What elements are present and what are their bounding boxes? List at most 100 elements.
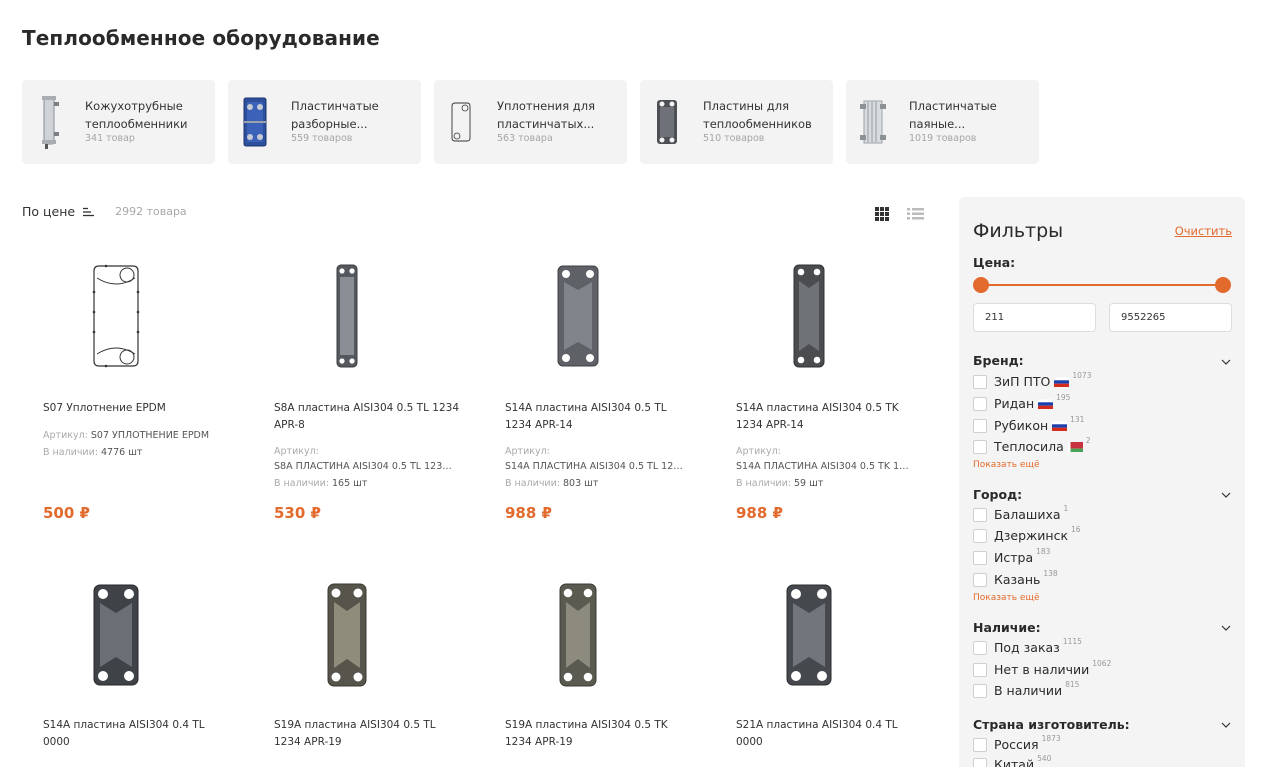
city-option[interactable]: Балашиха 1 bbox=[973, 504, 1068, 522]
article-value: S8A ПЛАСТИНА AISI304 0.5 TL 1234 APR-8 bbox=[274, 461, 452, 472]
product-title[interactable]: S07 Уплотнение EPDM bbox=[43, 400, 233, 417]
product-title[interactable]: S8A пластина AISI304 0.5 TL 1234 APR-8 bbox=[274, 400, 464, 434]
brand-show-more-link[interactable]: Показать ещё bbox=[973, 460, 1040, 470]
stock-label: В наличии: bbox=[274, 478, 329, 489]
option-count: 183 bbox=[1036, 547, 1051, 556]
option-label: Дзержинск bbox=[994, 528, 1069, 543]
product-image[interactable] bbox=[736, 582, 881, 688]
country-option[interactable]: Китай 540 bbox=[973, 754, 1052, 767]
checkbox[interactable] bbox=[973, 572, 987, 587]
checkbox[interactable] bbox=[973, 528, 987, 543]
option-count: 1115 bbox=[1062, 637, 1082, 646]
product-stock: В наличии: 4776 шт bbox=[43, 447, 142, 458]
sort-order-icon[interactable] bbox=[83, 207, 95, 217]
city-show-more-link[interactable]: Показать ещё bbox=[973, 593, 1040, 603]
price-min-input[interactable]: 211 bbox=[973, 303, 1096, 332]
product-title[interactable]: S14A пластина AISI304 0.4 TL 0000 bbox=[43, 717, 233, 751]
clear-filters-link[interactable]: Очистить bbox=[1175, 224, 1232, 238]
brand-option[interactable]: Ридан 195 bbox=[973, 393, 1070, 411]
category-name: Уплотнения для пластинчатых... bbox=[497, 99, 595, 131]
article-value: S14A ПЛАСТИНА AISI304 0.5 TK 1234 APR-14 bbox=[736, 461, 914, 472]
russia-flag-icon bbox=[1054, 376, 1070, 387]
grid-view-icon[interactable] bbox=[874, 206, 890, 222]
option-label: Нет в наличии bbox=[994, 662, 1090, 677]
option-count: 540 bbox=[1037, 754, 1052, 763]
article-label: Артикул: bbox=[736, 446, 781, 457]
plate-exchanger-icon bbox=[240, 94, 270, 150]
product-image[interactable] bbox=[505, 582, 650, 688]
availability-option[interactable]: В наличии 815 bbox=[973, 680, 1079, 698]
product-title[interactable]: S14A пластина AISI304 0.5 TL 1234 APR-14 bbox=[505, 400, 695, 434]
checkbox[interactable] bbox=[973, 507, 987, 522]
availability-option[interactable]: Под заказ 1115 bbox=[973, 637, 1082, 655]
article-label: Артикул: bbox=[274, 446, 319, 457]
price-slider-track[interactable] bbox=[981, 284, 1223, 286]
checkbox[interactable] bbox=[973, 550, 987, 565]
list-view-icon[interactable] bbox=[907, 207, 924, 221]
city-option[interactable]: Дзержинск 16 bbox=[973, 525, 1081, 543]
category-name: Пластинчатые паяные... bbox=[909, 99, 997, 131]
product-title[interactable]: S19A пластина AISI304 0.5 TK 1234 APR-19 bbox=[505, 717, 695, 751]
product-article: Артикул: S07 УПЛОТНЕНИЕ EPDM bbox=[43, 430, 209, 441]
product-price: 500 ₽ bbox=[43, 504, 90, 522]
option-count: 1062 bbox=[1092, 659, 1112, 668]
category-card-shell-tube[interactable]: Кожухотрубные теплообменники 341 товар bbox=[22, 80, 215, 164]
article-label: Артикул: bbox=[43, 430, 88, 441]
option-label: В наличии bbox=[994, 683, 1063, 698]
product-image[interactable] bbox=[274, 262, 419, 370]
product-image[interactable] bbox=[43, 582, 188, 688]
checkbox[interactable] bbox=[973, 662, 987, 677]
category-count: 341 товар bbox=[85, 133, 135, 144]
checkbox[interactable] bbox=[973, 396, 987, 411]
checkbox[interactable] bbox=[973, 418, 987, 433]
chevron-down-icon[interactable] bbox=[1221, 492, 1231, 498]
option-label: Под заказ bbox=[994, 640, 1060, 655]
product-image[interactable] bbox=[505, 262, 650, 370]
product-image[interactable] bbox=[43, 262, 188, 370]
checkbox[interactable] bbox=[973, 683, 987, 698]
filters-panel: Фильтры Очистить Цена: 211 9552265 Бренд… bbox=[959, 197, 1245, 767]
product-title[interactable]: S14A пластина AISI304 0.5 TK 1234 APR-14 bbox=[736, 400, 926, 434]
option-count: 138 bbox=[1043, 569, 1058, 578]
checkbox[interactable] bbox=[973, 640, 987, 655]
product-image[interactable] bbox=[736, 262, 881, 370]
category-card-brazed[interactable]: Пластинчатые паяные... 1019 товаров bbox=[846, 80, 1039, 164]
checkbox[interactable] bbox=[973, 374, 987, 389]
product-price: 988 ₽ bbox=[505, 504, 552, 522]
country-option[interactable]: Россия 1873 bbox=[973, 734, 1061, 752]
brand-option[interactable]: Теплосила 2 bbox=[973, 436, 1091, 454]
chevron-down-icon[interactable] bbox=[1221, 625, 1231, 631]
category-count: 563 товара bbox=[497, 133, 553, 144]
chevron-down-icon[interactable] bbox=[1221, 722, 1231, 728]
product-stock: В наличии: 803 шт bbox=[505, 478, 598, 489]
availability-option[interactable]: Нет в наличии 1062 bbox=[973, 659, 1112, 677]
city-option[interactable]: Казань 138 bbox=[973, 569, 1058, 587]
sort-by-price-button[interactable]: По цене bbox=[22, 204, 75, 219]
product-title[interactable]: S19A пластина AISI304 0.5 TL 1234 APR-19 bbox=[274, 717, 464, 751]
city-option[interactable]: Истра 183 bbox=[973, 547, 1051, 565]
category-card-plates[interactable]: Пластины для теплообменников 510 товаров bbox=[640, 80, 833, 164]
product-image[interactable] bbox=[274, 582, 419, 688]
availability-filter-title: Наличие: bbox=[973, 620, 1041, 635]
product-title[interactable]: S21A пластина AISI304 0.4 TL 0000 bbox=[736, 717, 926, 751]
price-max-input[interactable]: 9552265 bbox=[1109, 303, 1232, 332]
product-price: 530 ₽ bbox=[274, 504, 321, 522]
option-label: Россия bbox=[994, 737, 1039, 752]
category-name: Пластины для теплообменников bbox=[703, 99, 812, 131]
checkbox[interactable] bbox=[973, 757, 987, 767]
category-card-plate-exchangers[interactable]: Пластинчатые разборные... 559 товаров bbox=[228, 80, 421, 164]
checkbox[interactable] bbox=[973, 439, 987, 454]
price-slider-min-handle[interactable] bbox=[973, 277, 989, 293]
option-label: ЗиП ПТО bbox=[994, 374, 1051, 389]
city-filter-title: Город: bbox=[973, 487, 1023, 502]
stock-value: 165 шт bbox=[332, 478, 368, 489]
brand-option[interactable]: ЗиП ПТО 1073 bbox=[973, 371, 1091, 389]
price-slider-max-handle[interactable] bbox=[1215, 277, 1231, 293]
option-count: 2 bbox=[1085, 436, 1091, 445]
checkbox[interactable] bbox=[973, 737, 987, 752]
sort-bar: По цене 2992 товара bbox=[22, 204, 187, 219]
category-card-gaskets[interactable]: Уплотнения для пластинчатых... 563 товар… bbox=[434, 80, 627, 164]
stock-value: 59 шт bbox=[794, 478, 824, 489]
chevron-down-icon[interactable] bbox=[1221, 359, 1231, 365]
brand-option[interactable]: Рубикон 131 bbox=[973, 415, 1084, 433]
